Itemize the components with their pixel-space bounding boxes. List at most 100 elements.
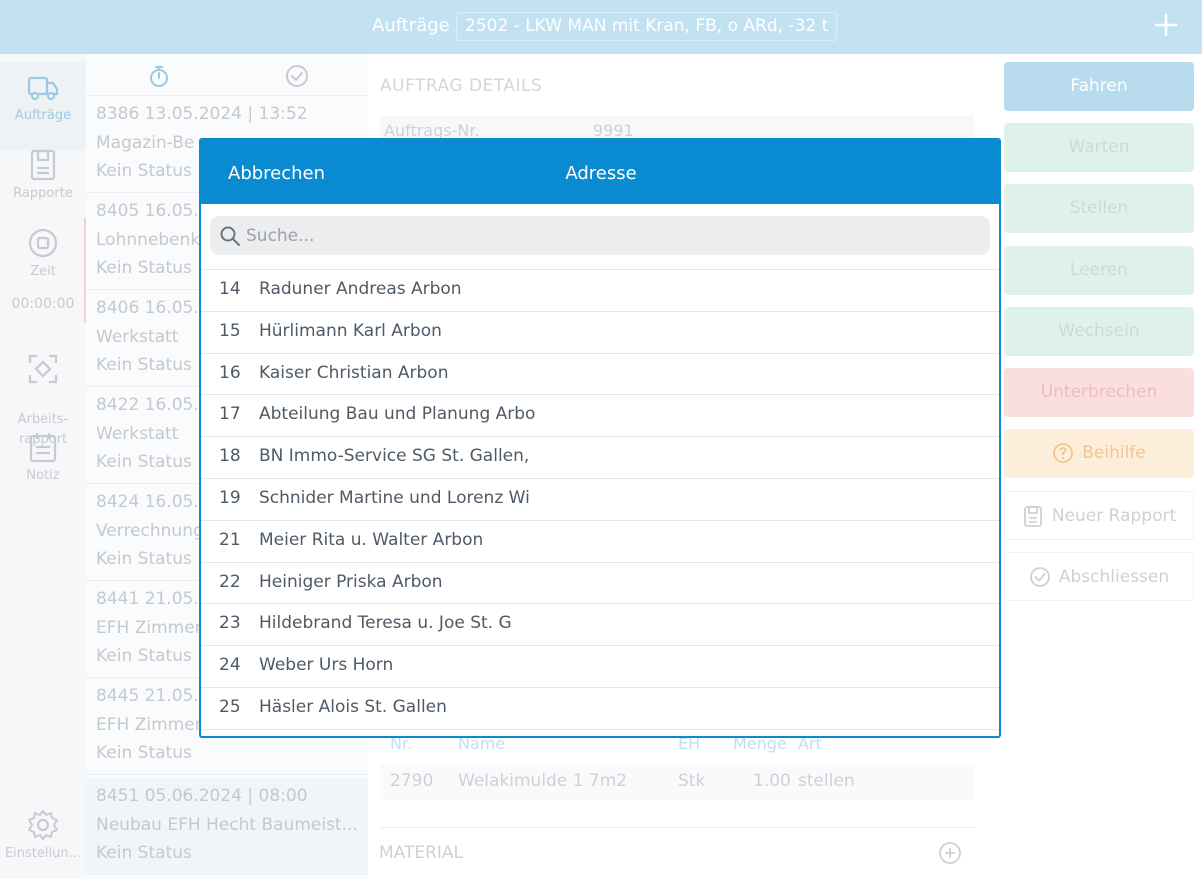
cancel-button[interactable]: Abbrechen — [228, 163, 325, 184]
article-menge: 1.00 — [753, 771, 791, 791]
divider — [380, 827, 974, 828]
address-row[interactable]: 23 Hildebrand Teresa u. Joe St. G — [201, 604, 999, 647]
neuer-rapport-button[interactable]: Neuer Rapport — [1004, 491, 1194, 540]
address-number: 22 — [219, 571, 241, 592]
order-item-selected[interactable]: 8451 05.06.2024 | 08:00 Neubau EFH Hecht… — [86, 778, 368, 875]
address-name: Abteilung Bau und Planung Arbo — [259, 404, 536, 425]
nav-item-auftraege[interactable]: Aufträge — [0, 70, 86, 123]
abschliessen-button[interactable]: Abschliessen — [1004, 552, 1194, 601]
address-number: 25 — [219, 696, 241, 717]
address-name: Hürlimann Karl Arbon — [259, 320, 442, 341]
page-title: Aufträge — [372, 15, 450, 36]
address-name: Hildebrand Teresa u. Joe St. G — [259, 613, 512, 634]
leeren-button[interactable]: Leeren — [1004, 246, 1194, 295]
side-nav: Aufträge Rapporte Zeit 00:00:00 Arbeits-… — [0, 54, 86, 879]
truck-icon — [27, 76, 59, 101]
order-status: Kein Status — [96, 161, 192, 181]
search-area — [201, 204, 999, 270]
address-number: 17 — [219, 404, 241, 425]
abschliessen-label: Abschliessen — [1058, 567, 1170, 587]
address-name: Meier Rita u. Walter Arbon — [259, 529, 484, 550]
vehicle-select[interactable]: 2502 - LKW MAN mit Kran, FB, o ARd, -32 … — [456, 12, 838, 41]
address-row[interactable]: 24 Weber Urs Horn — [201, 646, 999, 688]
address-name: Schnider Martine und Lorenz Wi — [259, 487, 530, 508]
beihilfe-button[interactable]: Beihilfe — [1004, 429, 1194, 478]
nav-label-notiz: Notiz — [26, 468, 60, 483]
address-row[interactable]: 18 BN Immo-Service SG St. Gallen, — [201, 437, 999, 479]
material-label: MATERIAL — [379, 843, 464, 863]
address-row[interactable]: 22 Heiniger Priska Arbon — [201, 563, 999, 605]
order-list-header — [86, 54, 368, 96]
order-head: 8441 21.05.2 — [96, 589, 210, 609]
address-row[interactable]: 15 Hürlimann Karl Arbon — [201, 312, 999, 354]
top-bar: Aufträge 2502 - LKW MAN mit Kran, FB, o … — [0, 0, 1202, 54]
order-status: Kein Status — [96, 258, 192, 278]
nav-item-settings[interactable]: Einstellun... — [0, 808, 86, 861]
beihilfe-label: Beihilfe — [1082, 443, 1146, 463]
help-icon — [1053, 443, 1074, 463]
note-icon — [29, 433, 57, 463]
address-row[interactable]: 25 Häsler Alois St. Gallen — [201, 688, 999, 730]
unterbrechen-button[interactable]: Unterbrechen — [1004, 368, 1194, 417]
details-title: AUFTRAG DETAILS — [380, 76, 543, 96]
article-art: stellen — [798, 771, 855, 791]
add-icon[interactable] — [1152, 11, 1180, 39]
timer-value: 00:00:00 — [11, 296, 75, 312]
address-row[interactable]: 17 Abteilung Bau und Planung Arbo — [201, 395, 999, 438]
neuer-rapport-label: Neuer Rapport — [1051, 506, 1177, 526]
wechseln-button[interactable]: Wechseln — [1004, 307, 1194, 356]
order-head: 8445 21.05. — [96, 686, 199, 706]
address-number: 21 — [219, 529, 241, 550]
nav-label-zeit: Zeit — [30, 264, 56, 279]
nav-item-zeit[interactable]: Zeit — [0, 226, 86, 279]
order-title: Neubau EFH Hecht Baumeist... — [96, 815, 356, 835]
nav-label-rapporte: Rapporte — [13, 186, 73, 201]
nav-item-rapporte[interactable]: Rapporte — [0, 148, 86, 201]
report-icon — [30, 149, 56, 181]
article-nr: 2790 — [390, 771, 434, 791]
order-status: Kein Status — [96, 549, 192, 569]
add-circle-icon[interactable] — [938, 841, 962, 865]
order-head: 8386 13.05.2024 | 13:52 — [96, 104, 308, 124]
scan-icon — [28, 354, 58, 384]
address-number: 24 — [219, 655, 241, 676]
search-icon — [220, 226, 240, 246]
check-circle-icon — [1029, 567, 1050, 587]
search-box[interactable] — [210, 216, 990, 255]
order-status: Kein Status — [96, 843, 192, 863]
address-row[interactable]: 14 Raduner Andreas Arbon — [201, 270, 999, 312]
address-number: 14 — [219, 279, 241, 299]
address-row[interactable]: 16 Kaiser Christian Arbon — [201, 354, 999, 396]
gear-icon — [28, 810, 58, 840]
address-name: Heiniger Priska Arbon — [259, 571, 443, 592]
order-head: 8424 16.05. — [96, 492, 199, 512]
article-name: Welakimulde 1 7m2 — [458, 771, 628, 791]
nav-item-notiz[interactable]: Notiz — [0, 430, 86, 483]
address-number: 15 — [219, 320, 241, 341]
article-eh: Stk — [678, 771, 706, 791]
report-icon — [1023, 506, 1042, 527]
address-name: BN Immo-Service SG St. Gallen, — [259, 446, 530, 467]
stop-timer-icon — [28, 228, 58, 258]
check-circle-icon[interactable] — [285, 64, 309, 88]
search-input[interactable] — [246, 216, 976, 255]
nav-label-settings: Einstellun... — [4, 846, 82, 861]
fahren-button[interactable]: Fahren — [1004, 62, 1194, 111]
address-name: Häsler Alois St. Gallen — [259, 696, 447, 717]
order-status: Kein Status — [96, 646, 192, 666]
article-row[interactable]: 2790 Welakimulde 1 7m2 Stk 1.00 stellen — [380, 764, 974, 800]
nav-label-auftraege: Aufträge — [14, 108, 72, 123]
stellen-button[interactable]: Stellen — [1004, 184, 1194, 233]
order-status: Kein Status — [96, 452, 192, 472]
order-status: Kein Status — [96, 743, 192, 763]
modal-header: Adresse Abbrechen — [201, 140, 999, 204]
order-head: 8422 16.05. — [96, 395, 199, 415]
address-number: 23 — [219, 613, 241, 634]
stopwatch-icon[interactable] — [148, 64, 170, 88]
order-head: 8406 16.05. — [96, 298, 199, 318]
address-modal: Adresse Abbrechen 14 Raduner Andreas Arbo… — [199, 138, 1001, 738]
order-head: 8405 16.05. — [96, 201, 199, 221]
address-row[interactable]: 21 Meier Rita u. Walter Arbon — [201, 521, 999, 563]
warten-button[interactable]: Warten — [1004, 123, 1194, 172]
address-row[interactable]: 19 Schnider Martine und Lorenz Wi — [201, 479, 999, 521]
